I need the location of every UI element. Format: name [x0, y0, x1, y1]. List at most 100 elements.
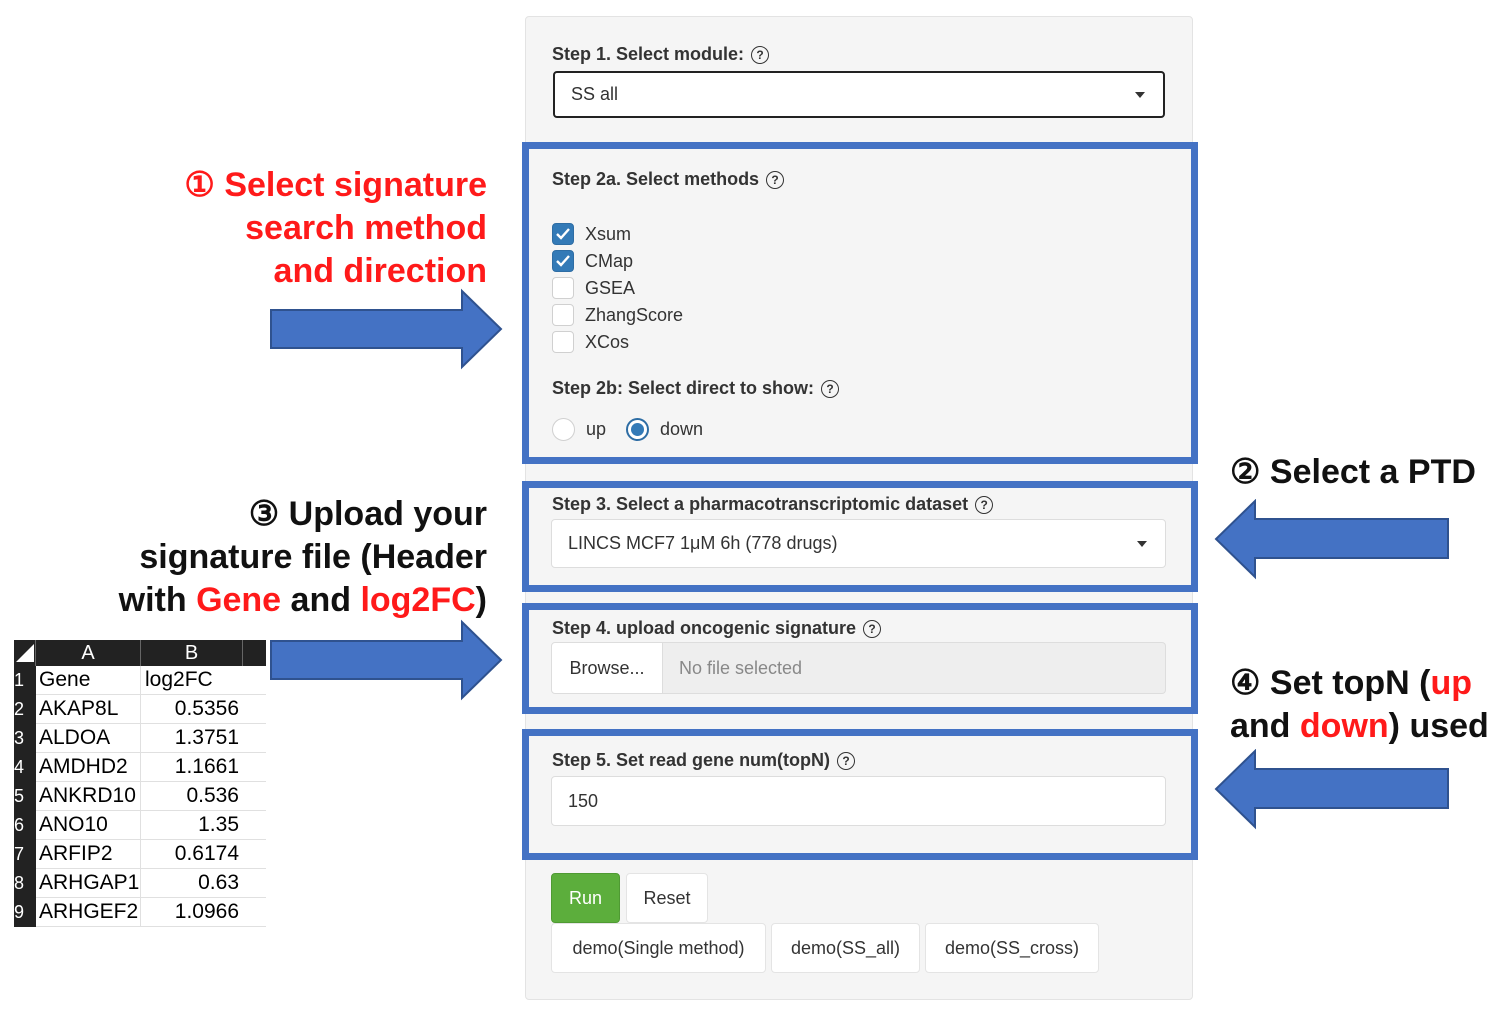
checkbox-xcos[interactable]	[552, 331, 574, 353]
arrow-left-icon	[1214, 749, 1449, 830]
direction-radio-group: up down	[552, 418, 703, 441]
method-label: CMap	[585, 250, 634, 271]
radio-down[interactable]	[626, 418, 650, 441]
caret-down-icon	[1135, 91, 1145, 98]
row-number: 3	[14, 724, 36, 753]
method-label: ZhangScore	[585, 304, 684, 325]
cell-gene: Gene	[36, 666, 141, 695]
table-row: 4 AMDHD2 1.1661	[14, 753, 266, 782]
help-icon[interactable]: ?	[821, 379, 840, 398]
cell-gene: ARHGAP1	[36, 869, 141, 898]
dataset-select[interactable]: LINCS MCF7 1μM 6h (778 drugs)	[551, 519, 1166, 568]
checkbox-gsea[interactable]	[552, 277, 574, 299]
cell-empty	[243, 869, 266, 898]
step4-label: Step 4. upload oncogenic signature ?	[552, 618, 882, 639]
help-icon[interactable]: ?	[751, 45, 770, 64]
dataset-select-value: LINCS MCF7 1μM 6h (778 drugs)	[568, 533, 838, 553]
arrow-right-icon	[270, 619, 503, 701]
method-xcos[interactable]: XCos	[552, 331, 629, 353]
annotation-4: ④ Set topN (up and down) used	[1230, 662, 1489, 748]
annotation-3-gene: Gene	[196, 581, 282, 619]
cell-empty	[243, 753, 266, 782]
help-icon[interactable]: ?	[975, 495, 994, 514]
sheet-rows: 1 Gene log2FC 2 AKAP8L 0.5356 3 ALDOA 1.3751 4 AMD…	[14, 666, 266, 927]
browse-button[interactable]: Browse...	[551, 642, 663, 694]
check-icon	[556, 228, 570, 240]
table-row: 7 ARFIP2 0.6174	[14, 840, 266, 869]
signature-spreadsheet: A B 1 Gene log2FC 2 AKAP8L 0.5356 3 ALDOA 1.3751…	[14, 640, 266, 927]
help-icon[interactable]: ?	[863, 619, 882, 638]
method-xsum[interactable]: Xsum	[552, 223, 631, 245]
step4-label-text: Step 4. upload oncogenic signature	[552, 618, 857, 638]
method-gsea[interactable]: GSEA	[552, 277, 635, 299]
step2b-label-text: Step 2b: Select direct to show:	[552, 378, 815, 398]
method-zhangscore[interactable]: ZhangScore	[552, 304, 683, 326]
reset-button[interactable]: Reset	[626, 873, 708, 923]
annotation-1-line3: and direction	[273, 252, 487, 290]
checkbox-zhangscore[interactable]	[552, 304, 574, 326]
method-label: GSEA	[585, 277, 636, 298]
step1-label: Step 1. Select module: ?	[552, 44, 770, 65]
cell-gene: ANKRD10	[36, 782, 141, 811]
step1-label-text: Step 1. Select module:	[552, 44, 745, 64]
cell-empty	[243, 724, 266, 753]
table-row: 6 ANO10 1.35	[14, 811, 266, 840]
module-select[interactable]: SS all	[553, 71, 1165, 118]
run-button[interactable]: Run	[551, 873, 620, 923]
table-row: 9 ARHGEF2 1.0966	[14, 898, 266, 927]
demo-ss-cross-button[interactable]: demo(SS_cross)	[925, 923, 1099, 973]
row-number: 4	[14, 753, 36, 782]
annotation-3-text: and	[281, 581, 361, 619]
row-number: 7	[14, 840, 36, 869]
table-row: 8 ARHGAP1 0.63	[14, 869, 266, 898]
checkbox-xsum[interactable]	[552, 223, 574, 245]
demo-single-button[interactable]: demo(Single method)	[551, 923, 766, 973]
checkbox-cmap[interactable]	[552, 250, 574, 272]
annotation-3-text: )	[475, 581, 487, 619]
signature-file-upload: Browse... No file selected	[551, 642, 1166, 694]
cell-log2fc: log2FC	[141, 666, 243, 695]
annotation-1-line1: ① Select signature	[184, 166, 487, 204]
row-number: 8	[14, 869, 36, 898]
cell-log2fc: 0.6174	[141, 840, 243, 869]
file-name-field[interactable]: No file selected	[663, 642, 1166, 694]
help-icon[interactable]: ?	[837, 751, 856, 770]
cell-gene: AKAP8L	[36, 695, 141, 724]
row-number: 5	[14, 782, 36, 811]
annotation-1-line2: search method	[245, 209, 487, 247]
row-number: 6	[14, 811, 36, 840]
column-header-a: A	[36, 640, 141, 666]
cell-empty	[243, 811, 266, 840]
annotation-3-line2: signature file (Header	[139, 538, 487, 576]
cell-log2fc: 1.0966	[141, 898, 243, 927]
annotation-3: ③ Upload your signature file (Header wit…	[90, 493, 487, 622]
cell-log2fc: 1.35	[141, 811, 243, 840]
step5-label: Step 5. Set read gene num(topN) ?	[552, 750, 856, 771]
radio-label-down: down	[660, 419, 704, 439]
radio-up[interactable]	[552, 418, 575, 441]
module-select-value: SS all	[571, 84, 619, 104]
annotation-4-line1: ④ Set topN (up	[1230, 662, 1489, 705]
annotation-3-log2fc: log2FC	[360, 581, 476, 619]
column-header-c	[243, 640, 266, 666]
cell-empty	[243, 695, 266, 724]
column-header-b: B	[141, 640, 243, 666]
table-row: 5 ANKRD10 0.536	[14, 782, 266, 811]
step2a-label: Step 2a. Select methods ?	[552, 169, 785, 190]
method-cmap[interactable]: CMap	[552, 250, 633, 272]
cell-empty	[243, 840, 266, 869]
annotation-4-text: ) used	[1388, 707, 1489, 745]
cell-log2fc: 1.1661	[141, 753, 243, 782]
arrow-right-icon	[270, 288, 503, 370]
row-number: 9	[14, 898, 36, 927]
sheet-corner	[14, 640, 36, 666]
annotation-3-text: with	[118, 581, 197, 619]
topn-input[interactable]: 150	[551, 776, 1166, 826]
radio-label-up: up	[586, 419, 607, 439]
demo-ss-all-button[interactable]: demo(SS_all)	[771, 923, 920, 973]
step3-label: Step 3. Select a pharmacotranscriptomic …	[552, 494, 994, 515]
help-icon[interactable]: ?	[766, 170, 785, 189]
cell-empty	[243, 782, 266, 811]
method-label: XCos	[585, 331, 630, 352]
table-row: 3 ALDOA 1.3751	[14, 724, 266, 753]
